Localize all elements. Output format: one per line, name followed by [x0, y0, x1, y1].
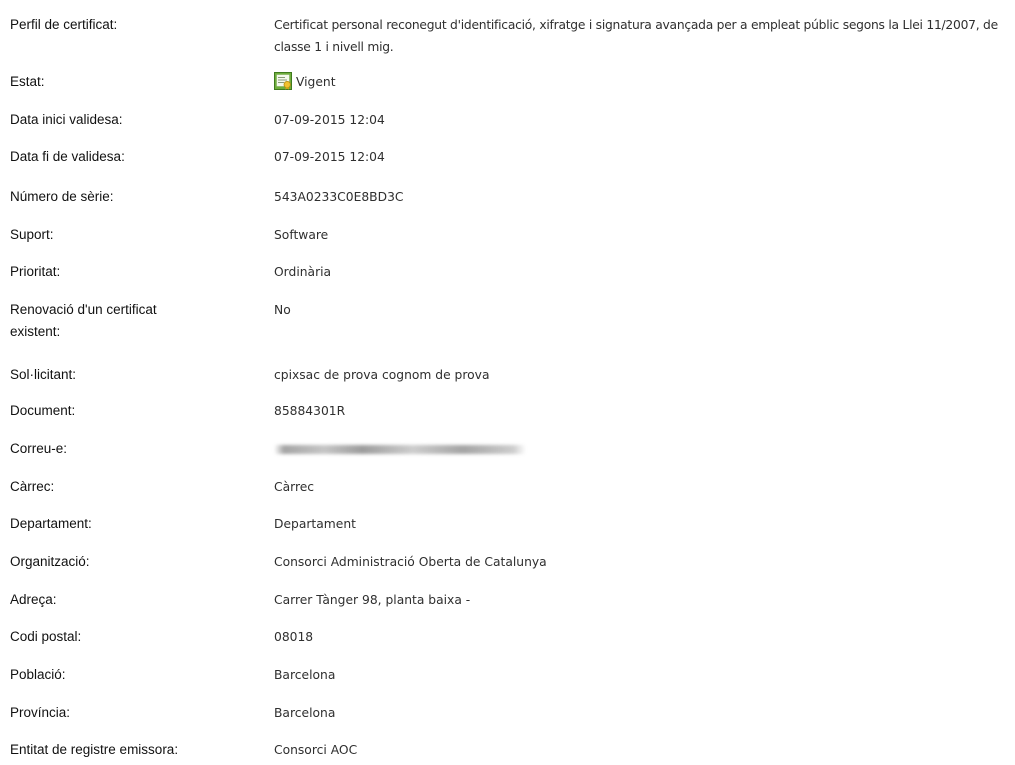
value-perfil: Certificat personal reconegut d'identifi… — [274, 18, 998, 54]
value-codi-postal: 08018 — [274, 630, 314, 644]
label-correu: Correu-e: — [10, 441, 68, 456]
value-carrec: Càrrec — [274, 480, 315, 494]
status-label: Vigent — [296, 75, 336, 89]
value-document: 85884301R — [274, 404, 346, 418]
value-renovacio: No — [274, 303, 291, 317]
label-provincia: Província: — [10, 705, 71, 720]
value-poblacio: Barcelona — [274, 668, 336, 682]
value-numero-serie: 543A0233C0E8BD3C — [274, 190, 404, 204]
label-data-fi: Data fi de validesa: — [10, 149, 125, 164]
label-perfil: Perfil de certificat: — [10, 17, 118, 32]
label-renovacio: Renovació d'un certificat existent: — [10, 302, 157, 339]
label-departament: Departament: — [10, 516, 92, 531]
value-correu — [274, 438, 1014, 461]
value-estat: Vigent — [274, 71, 1014, 93]
value-entitat-registre: Consorci AOC — [274, 743, 358, 757]
label-adreca: Adreça: — [10, 592, 57, 607]
value-data-fi: 07-09-2015 12:04 — [274, 150, 385, 164]
label-prioritat: Prioritat: — [10, 264, 61, 279]
value-provincia: Barcelona — [274, 706, 336, 720]
value-adreca: Carrer Tànger 98, planta baixa - — [274, 593, 471, 607]
label-data-inici: Data inici validesa: — [10, 112, 123, 127]
value-prioritat: Ordinària — [274, 265, 332, 279]
label-carrec: Càrrec: — [10, 479, 55, 494]
certificate-valid-icon — [274, 72, 292, 90]
value-suport: Software — [274, 228, 329, 242]
label-document: Document: — [10, 403, 76, 418]
label-numero-serie: Número de sèrie: — [10, 189, 114, 204]
label-organitzacio: Organització: — [10, 554, 90, 569]
label-entitat-registre: Entitat de registre emissora: — [10, 742, 179, 757]
label-suport: Suport: — [10, 227, 54, 242]
label-estat: Estat: — [10, 74, 45, 89]
value-organitzacio: Consorci Administració Oberta de Catalun… — [274, 555, 547, 569]
label-codi-postal: Codi postal: — [10, 629, 82, 644]
value-sollicitant: cpixsac de prova cognom de prova — [274, 368, 490, 382]
value-departament: Departament — [274, 517, 356, 531]
label-poblacio: Població: — [10, 667, 66, 682]
label-sollicitant: Sol·licitant: — [10, 367, 77, 382]
value-data-inici: 07-09-2015 12:04 — [274, 113, 385, 127]
redacted-email — [274, 445, 526, 454]
